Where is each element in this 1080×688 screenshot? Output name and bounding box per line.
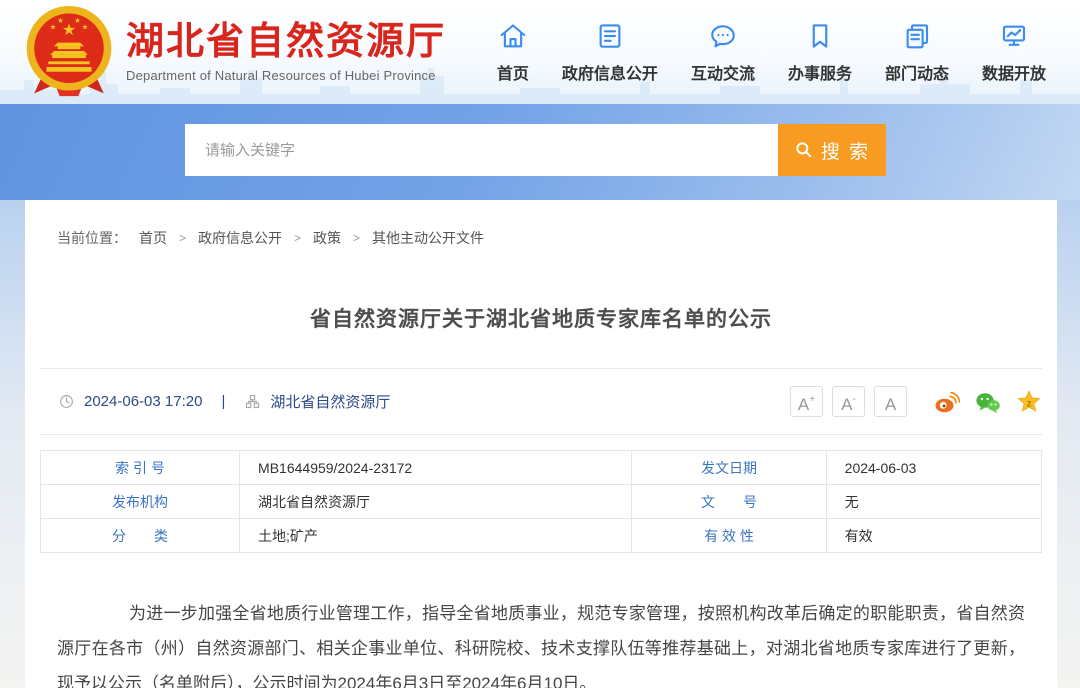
nav-label: 互动交流 (691, 60, 755, 84)
svg-text:★: ★ (57, 16, 64, 25)
breadcrumb-separator: > (353, 231, 360, 245)
stacked-pages-icon (902, 21, 932, 51)
banner: 搜 索 (0, 104, 1080, 200)
breadcrumb-prefix: 当前位置： (57, 228, 127, 248)
breadcrumb-item-policy[interactable]: 政策 (313, 228, 341, 248)
nav-item-department-news[interactable]: 部门动态 (885, 21, 949, 84)
breadcrumb-separator: > (294, 231, 301, 245)
source-name[interactable]: 湖北省自然资源厅 (270, 391, 390, 412)
validity-value: 有效 (826, 519, 1041, 553)
site-title: 湖北省自然资源厅 (126, 21, 446, 65)
content-card: 当前位置： 首页 > 政府信息公开 > 政策 > 其他主动公开文件 省自然资源厅… (25, 200, 1057, 688)
divider (40, 434, 1042, 435)
chat-bubble-icon (708, 21, 738, 51)
article-meta-row: 2024-06-03 17:20 | 湖北省自然资源厅 A+ A- A (40, 369, 1042, 434)
nav-item-interaction[interactable]: 互动交流 (691, 21, 755, 84)
national-emblem-logo: ★ ★ ★ ★ ★ (22, 5, 116, 99)
site-subtitle: Department of Natural Resources of Hubei… (126, 68, 446, 83)
site-titles: 湖北省自然资源厅 Department of Natural Resources… (126, 21, 446, 83)
search-icon (794, 140, 814, 160)
nav-item-services[interactable]: 办事服务 (788, 21, 852, 84)
home-icon (498, 21, 528, 51)
search-input[interactable] (185, 124, 778, 176)
table-row: 索 引 号 MB1644959/2024-23172 发文日期 2024-06-… (41, 451, 1042, 485)
breadcrumb-separator: > (179, 231, 186, 245)
source-org-icon (244, 393, 261, 410)
breadcrumb-item-gov-info[interactable]: 政府信息公开 (198, 228, 282, 248)
logo-title-group: ★ ★ ★ ★ ★ 湖北省自然资源厅 Department of Natural… (22, 5, 446, 99)
issue-date-label: 发文日期 (632, 451, 826, 485)
document-number-label: 文 号 (632, 485, 826, 519)
font-increase-button[interactable]: A+ (790, 386, 823, 417)
publish-time: 2024-06-03 17:20 (84, 393, 202, 410)
breadcrumb-item-other-public-files[interactable]: 其他主动公开文件 (372, 228, 484, 248)
clock-icon (58, 393, 75, 410)
table-row: 分 类 土地;矿产 有 效 性 有效 (41, 519, 1042, 553)
nav-label: 办事服务 (788, 60, 852, 84)
svg-text:z: z (1027, 398, 1032, 409)
font-reset-button[interactable]: A (874, 386, 907, 417)
category-label: 分 类 (41, 519, 240, 553)
issue-date-value: 2024-06-03 (826, 451, 1041, 485)
nav-item-home[interactable]: 首页 (497, 21, 529, 84)
qzone-star-icon[interactable]: z (1016, 389, 1042, 415)
document-icon (595, 21, 625, 51)
nav-label: 部门动态 (885, 60, 949, 84)
share-icons: z (934, 389, 1042, 415)
index-number-value: MB1644959/2024-23172 (240, 451, 632, 485)
nav-item-gov-info[interactable]: 政府信息公开 (562, 21, 658, 84)
nav-label: 数据开放 (982, 60, 1046, 84)
search-button[interactable]: 搜 索 (778, 124, 886, 176)
issuing-agency-value: 湖北省自然资源厅 (240, 485, 632, 519)
svg-text:★: ★ (74, 16, 81, 25)
article-meta-left: 2024-06-03 17:20 | 湖北省自然资源厅 (58, 391, 390, 412)
breadcrumb-item-home[interactable]: 首页 (139, 228, 167, 248)
weibo-icon[interactable] (934, 389, 960, 415)
meta-separator: | (221, 393, 225, 410)
bookmark-icon (805, 21, 835, 51)
issuing-agency-label: 发布机构 (41, 485, 240, 519)
validity-label: 有 效 性 (632, 519, 826, 553)
font-decrease-button[interactable]: A- (832, 386, 865, 417)
wechat-icon[interactable] (975, 389, 1001, 415)
nav-label: 首页 (497, 60, 529, 84)
document-number-value: 无 (826, 485, 1041, 519)
svg-text:★: ★ (50, 22, 57, 31)
document-info-table: 索 引 号 MB1644959/2024-23172 发文日期 2024-06-… (40, 450, 1042, 553)
monitor-chart-icon (999, 21, 1029, 51)
index-number-label: 索 引 号 (41, 451, 240, 485)
page: ★ ★ ★ ★ ★ 湖北省自然资源厅 Department of Natural… (0, 0, 1080, 688)
main-nav: 首页 政府信息公开 互动交流 办事服务 (497, 21, 1046, 84)
nav-label: 政府信息公开 (562, 60, 658, 84)
article-meta-right: A+ A- A (790, 386, 1042, 417)
site-header: ★ ★ ★ ★ ★ 湖北省自然资源厅 Department of Natural… (0, 0, 1080, 104)
breadcrumb: 当前位置： 首页 > 政府信息公开 > 政策 > 其他主动公开文件 (57, 228, 484, 248)
svg-text:★: ★ (82, 22, 89, 31)
table-row: 发布机构 湖北省自然资源厅 文 号 无 (41, 485, 1042, 519)
article-title: 省自然资源厅关于湖北省地质专家库名单的公示 (25, 303, 1057, 333)
nav-item-open-data[interactable]: 数据开放 (982, 21, 1046, 84)
search-button-label: 搜 索 (821, 137, 870, 164)
category-value: 土地;矿产 (240, 519, 632, 553)
search-bar: 搜 索 (185, 124, 886, 176)
article-body-paragraph: 为进一步加强全省地质行业管理工作，指导全省地质事业，规范专家管理，按照机构改革后… (57, 596, 1025, 688)
